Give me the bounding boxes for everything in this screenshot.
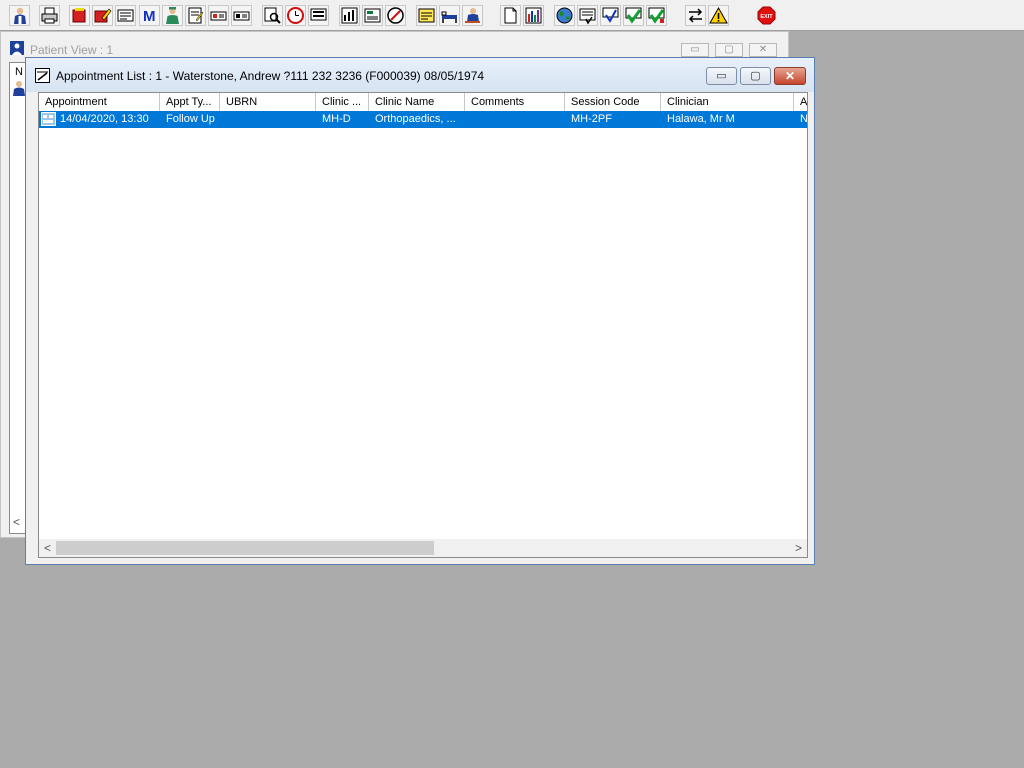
search-document-icon[interactable]: [262, 5, 283, 26]
swap-arrows-icon[interactable]: [685, 5, 706, 26]
appointment-list-close-button[interactable]: ✕: [774, 67, 806, 85]
flag-alt-icon[interactable]: [231, 5, 252, 26]
cell-clinician: Halawa, Mr M: [667, 113, 735, 125]
printer-icon[interactable]: [39, 5, 60, 26]
patient-view-column-header[interactable]: N: [15, 66, 23, 78]
folder-edit-icon[interactable]: [92, 5, 113, 26]
bar-chart-icon[interactable]: [523, 5, 544, 26]
cell-clinic-code: MH-D: [322, 113, 351, 125]
no-entry-icon[interactable]: [385, 5, 406, 26]
folder-red-icon[interactable]: [69, 5, 90, 26]
column-header-clinic-code[interactable]: Clinic ...: [316, 93, 369, 111]
appointment-icon: [35, 68, 50, 83]
table-row[interactable]: 14/04/2020, 13:30 Follow Up MH-D Orthopa…: [39, 111, 807, 128]
warning-icon[interactable]: [708, 5, 729, 26]
svg-text:M: M: [143, 8, 156, 25]
column-header-appt-type[interactable]: Appt Ty...: [160, 93, 220, 111]
patient-view-close-button[interactable]: ✕: [749, 43, 777, 57]
chart-document-icon[interactable]: [339, 5, 360, 26]
appointment-list-window[interactable]: Appointment List : 1 - Waterstone, Andre…: [25, 57, 815, 565]
column-header-session-code[interactable]: Session Code: [565, 93, 661, 111]
letter-m-icon[interactable]: M: [139, 5, 160, 26]
column-header-appointment[interactable]: Appointment: [39, 93, 160, 111]
notes-icon[interactable]: [416, 5, 437, 26]
scroll-left-button[interactable]: <: [39, 539, 56, 557]
column-header-a[interactable]: A: [794, 93, 807, 111]
patient-view-maximize-button[interactable]: ▢: [715, 43, 743, 57]
appointment-row-icon: [41, 112, 56, 126]
patient-view-title: Patient View : 1: [30, 43, 114, 57]
card-icon[interactable]: [115, 5, 136, 26]
patient-view-scroll-left-button[interactable]: <: [13, 515, 20, 529]
main-toolbar: M EXIT: [0, 0, 1024, 31]
user-doctor-icon[interactable]: [9, 5, 30, 26]
form-icon[interactable]: [362, 5, 383, 26]
exit-label: EXIT: [760, 14, 773, 20]
cell-appt-type: Follow Up: [166, 113, 215, 125]
scrollbar-thumb[interactable]: [56, 541, 434, 555]
column-header-ubrn[interactable]: UBRN: [220, 93, 316, 111]
cell-session-code: MH-2PF: [571, 113, 612, 125]
monitor-icon[interactable]: [308, 5, 329, 26]
appointment-list-title: Appointment List : 1 - Waterstone, Andre…: [56, 69, 485, 83]
horizontal-scrollbar[interactable]: < >: [39, 539, 807, 557]
flag-icon[interactable]: [208, 5, 229, 26]
column-header-comments[interactable]: Comments: [465, 93, 565, 111]
green-check-alt-icon[interactable]: [646, 5, 667, 26]
table-header: Appointment Appt Ty... UBRN Clinic ... C…: [39, 93, 807, 112]
appointment-list-minimize-button[interactable]: ▭: [706, 67, 737, 85]
blank-page-icon[interactable]: [500, 5, 521, 26]
column-header-clinic-name[interactable]: Clinic Name: [369, 93, 465, 111]
cell-a: N: [800, 111, 807, 128]
bed-icon[interactable]: [439, 5, 460, 26]
person-bed-icon[interactable]: [462, 5, 483, 26]
nurse-icon[interactable]: [162, 5, 183, 26]
cell-ubrn: [226, 111, 314, 128]
globe-icon[interactable]: [554, 5, 575, 26]
patient-icon: [10, 41, 24, 55]
column-header-clinician[interactable]: Clinician: [661, 93, 794, 111]
notepad-icon[interactable]: [185, 5, 206, 26]
scroll-right-button[interactable]: >: [790, 539, 807, 557]
checklist-icon[interactable]: [577, 5, 598, 26]
green-check-icon[interactable]: [623, 5, 644, 26]
appointment-table[interactable]: Appointment Appt Ty... UBRN Clinic ... C…: [38, 92, 808, 558]
patient-view-minimize-button[interactable]: ▭: [681, 43, 709, 57]
cell-comments: [471, 111, 563, 128]
check-down-icon[interactable]: [600, 5, 621, 26]
clock-icon[interactable]: [285, 5, 306, 26]
appointment-list-titlebar[interactable]: Appointment List : 1 - Waterstone, Andre…: [26, 58, 814, 92]
appointment-list-maximize-button[interactable]: ▢: [740, 67, 771, 85]
cell-clinic-name: Orthopaedics, ...: [375, 113, 456, 125]
person-icon: [13, 81, 25, 96]
cell-appointment: 14/04/2020, 13:30: [60, 113, 149, 125]
exit-icon[interactable]: EXIT: [756, 5, 777, 26]
